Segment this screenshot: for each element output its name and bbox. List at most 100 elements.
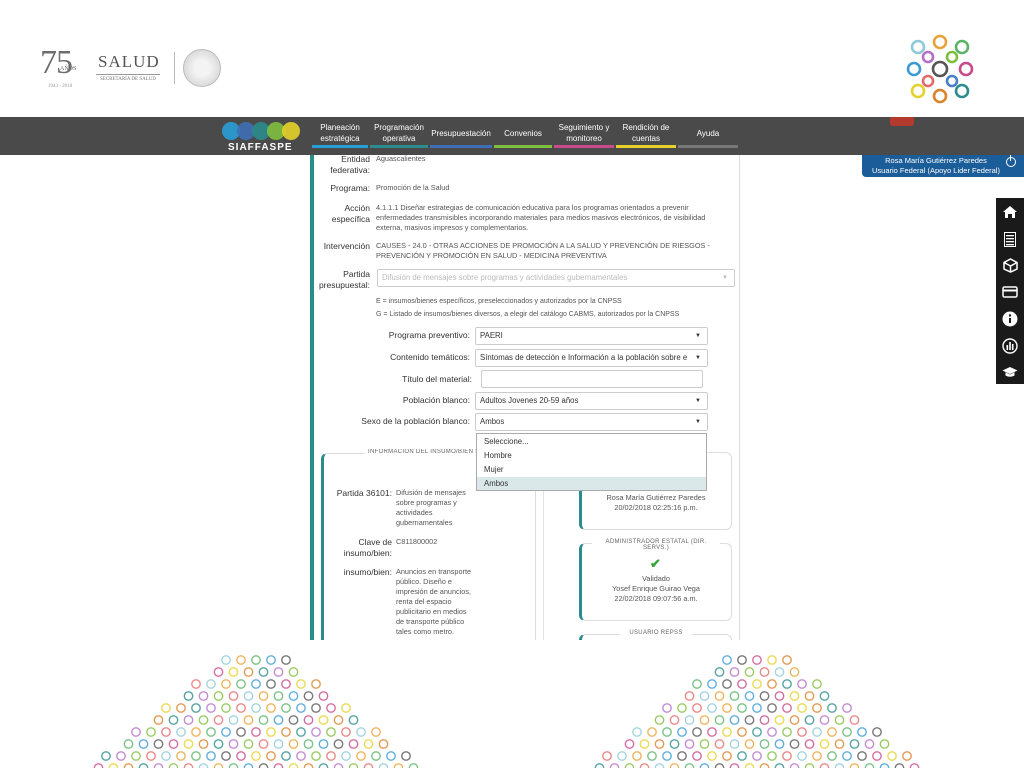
power-logout-icon[interactable] <box>1006 155 1016 167</box>
decorative-ring <box>348 715 359 725</box>
decorative-ring <box>213 763 224 768</box>
nav-presupuestacion-label: Presupuestación <box>431 128 491 138</box>
decorative-ring <box>857 727 867 737</box>
accion-label: Acción específica <box>331 203 370 224</box>
decorative-ring <box>258 667 269 677</box>
decorative-ring <box>266 727 276 737</box>
decorative-ring <box>759 739 770 749</box>
decorative-ring <box>281 727 291 737</box>
sexo-select[interactable]: Ambos ▼ <box>475 413 708 431</box>
decorative-ring <box>857 751 867 761</box>
partida-select-value: Difusión de mensajes sobre programas y a… <box>382 273 628 282</box>
decorative-ring <box>318 763 329 768</box>
poblacion-select[interactable]: Adultos Jovenes 20-59 años ▼ <box>475 392 708 410</box>
decorative-ring <box>729 691 740 701</box>
decorative-ring <box>288 715 299 725</box>
decorative-ring <box>123 763 134 768</box>
decorative-ring <box>782 679 792 689</box>
decorative-ring <box>632 751 642 761</box>
decorative-ring <box>864 763 875 768</box>
decorative-ring <box>714 763 725 768</box>
card-icon[interactable] <box>1000 282 1020 302</box>
decorative-ring <box>774 667 785 677</box>
programa-preventivo-select[interactable]: PAERI ▼ <box>475 327 708 345</box>
decorative-ring <box>834 739 845 749</box>
decorative-ring <box>303 691 314 701</box>
chevron-down-icon: ▼ <box>695 333 701 339</box>
sexo-option-ambos[interactable]: Ambos <box>477 477 706 490</box>
decorative-ring <box>131 727 141 737</box>
nav-ayuda-label: Ayuda <box>696 128 720 138</box>
contenido-select[interactable]: Síntomas de detección e Información a la… <box>475 349 708 367</box>
decorative-ring <box>236 751 246 761</box>
decorative-ring <box>774 739 785 749</box>
decorative-ring <box>729 739 740 749</box>
decorative-ring <box>639 739 650 749</box>
nav-seguimiento-label: Seguimiento y monitoreo <box>558 123 610 143</box>
decorative-ring <box>213 715 224 725</box>
graduation-icon[interactable] <box>1000 362 1020 382</box>
decorative-ring <box>789 715 800 725</box>
decorative-ring <box>258 763 269 768</box>
decorative-ring <box>153 763 164 768</box>
decorative-ring <box>213 667 224 677</box>
decorative-ring <box>288 667 299 677</box>
decorative-ring <box>243 667 254 677</box>
decorative-ring <box>699 691 710 701</box>
partida-select: Difusión de mensajes sobre programas y a… <box>377 269 735 287</box>
programa-label: Programa: <box>330 183 370 193</box>
decorative-ring <box>191 727 201 737</box>
chart-icon[interactable] <box>1000 336 1020 356</box>
decorative-ring <box>669 739 680 749</box>
siaffaspe-logo-icon <box>222 122 300 140</box>
decorative-ring <box>737 679 747 689</box>
nav-convenios-label: Convenios <box>504 128 542 138</box>
decorative-ring <box>692 751 702 761</box>
decorative-ring <box>842 751 852 761</box>
accion-value: 4.1.1.1 Diseñar estrategias de comunicac… <box>376 203 706 232</box>
notification-badge[interactable] <box>890 117 914 126</box>
home-icon[interactable] <box>1000 202 1020 222</box>
nav-rendicion-label: Rendición de cuentas <box>622 123 670 143</box>
nav-ayuda-accent <box>678 145 738 148</box>
sexo-option-mujer[interactable]: Mujer <box>477 463 706 476</box>
decorative-ring <box>176 703 186 713</box>
decorative-ring <box>842 703 852 713</box>
cube-icon[interactable] <box>1000 255 1020 275</box>
programa-value: Promoción de la Salud <box>376 183 450 192</box>
nav-planeacion-accent <box>312 145 368 148</box>
sexo-option-seleccione[interactable]: Seleccione... <box>477 435 706 448</box>
decorative-ring <box>707 751 717 761</box>
decorative-ring <box>714 739 725 749</box>
decorative-ring <box>617 751 627 761</box>
decorative-ring <box>677 727 687 737</box>
decorative-ring <box>281 679 291 689</box>
intervencion-label: Intervención <box>323 241 370 251</box>
decorative-ring <box>864 739 875 749</box>
list-icon[interactable] <box>1000 229 1020 249</box>
user-name: Rosa María Gutiérrez Paredes <box>885 156 987 165</box>
sexo-option-hombre[interactable]: Hombre <box>477 449 706 462</box>
decorative-ring <box>108 763 119 768</box>
decorative-ring <box>797 751 807 761</box>
decorative-ring <box>206 679 216 689</box>
decorative-ring <box>789 739 800 749</box>
decorative-ring <box>378 763 389 768</box>
decorative-ring <box>737 751 747 761</box>
decorative-ring <box>356 727 366 737</box>
decorative-ring <box>243 763 254 768</box>
poblacion-label: Población blanco: <box>402 395 470 405</box>
decorative-ring <box>311 703 321 713</box>
decorative-ring <box>827 727 837 737</box>
info-icon[interactable] <box>1000 309 1020 329</box>
decorative-ring <box>849 763 860 768</box>
titulo-input[interactable] <box>481 370 703 388</box>
decorative-ring <box>161 703 171 713</box>
decorative-ring <box>153 739 164 749</box>
decorative-ring <box>879 763 890 768</box>
decorative-ring <box>707 703 717 713</box>
decorative-ring <box>348 763 359 768</box>
decorative-ring <box>729 763 740 768</box>
decorative-ring <box>887 751 897 761</box>
decorative-ring <box>654 763 665 768</box>
